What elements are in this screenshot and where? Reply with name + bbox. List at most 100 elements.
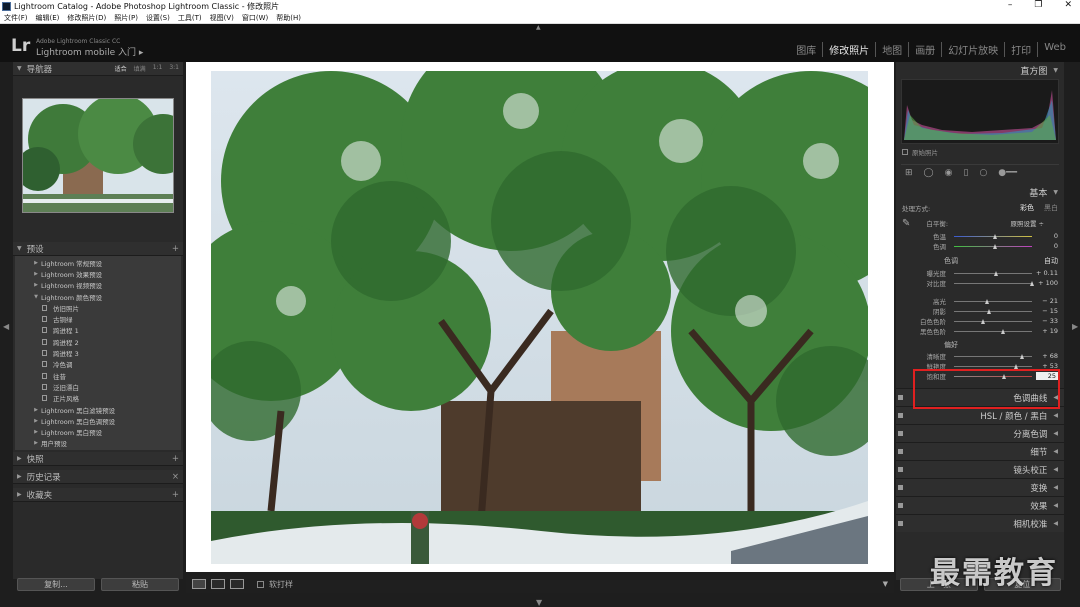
lens-corrections-section[interactable]: 镜头校正 ◀	[896, 460, 1064, 478]
zoom-fill[interactable]: 填满	[134, 64, 146, 73]
presets-header[interactable]: ▼ 预设 +	[13, 242, 183, 256]
slider-knob[interactable]	[980, 318, 985, 324]
module-map[interactable]: 地图	[875, 42, 908, 57]
transform-section[interactable]: 变换 ◀	[896, 478, 1064, 496]
exposure-slider[interactable]: 曝光度 + 0.11	[896, 268, 1064, 278]
bottom-panel-toggle-icon[interactable]: ▼	[536, 598, 542, 607]
panel-switch-icon[interactable]	[898, 485, 903, 490]
slider-knob[interactable]	[993, 270, 998, 276]
zoom-3-1[interactable]: 3:1	[169, 64, 179, 73]
histogram-header[interactable]: 直方图 ▼	[896, 62, 1064, 79]
slider-knob[interactable]	[985, 298, 990, 304]
preset-item[interactable]: 仿旧照片	[15, 302, 181, 313]
main-photo[interactable]	[211, 71, 868, 564]
top-panel-toggle-icon[interactable]: ▲	[536, 24, 541, 31]
adjustment-brush-icon[interactable]: ●━━	[998, 168, 1017, 178]
paste-button[interactable]: 粘贴	[101, 578, 179, 591]
preset-folder[interactable]: ▶ Lightroom 黑白色调预设	[15, 415, 181, 426]
slider-knob[interactable]	[993, 233, 997, 239]
preset-item[interactable]: 往昔	[15, 370, 181, 381]
add-preset-button[interactable]: +	[172, 244, 179, 254]
zoom-1-1[interactable]: 1:1	[153, 64, 163, 73]
add-collection-button[interactable]: +	[172, 490, 179, 500]
preset-folder[interactable]: ▶ 用户预设	[15, 438, 181, 449]
split-toning-section[interactable]: 分离色调 ◀	[896, 424, 1064, 442]
detail-section[interactable]: 细节 ◀	[896, 442, 1064, 460]
loupe-view-icon[interactable]	[192, 579, 206, 589]
basic-header[interactable]: 基本 ▼	[896, 184, 1064, 201]
menu-tools[interactable]: 工具(T)	[178, 13, 202, 23]
preset-folder[interactable]: ▶ Lightroom 常规预设	[15, 257, 181, 268]
right-panel-toggle-icon[interactable]: ▶	[1072, 322, 1078, 331]
whites-slider[interactable]: 白色色阶 − 33	[896, 316, 1064, 326]
module-develop[interactable]: 修改照片	[822, 42, 875, 57]
copy-button[interactable]: 复制...	[17, 578, 95, 591]
slider-knob[interactable]	[1014, 363, 1019, 369]
toolbar-menu-icon[interactable]: ▼	[883, 580, 888, 588]
preset-folder[interactable]: ▶ Lightroom 黑白预设	[15, 426, 181, 437]
panel-switch-icon[interactable]	[898, 449, 903, 454]
slider-knob[interactable]	[1019, 353, 1024, 359]
preset-item[interactable]: 跨进程 3	[15, 347, 181, 358]
tint-slider[interactable]: 色调 0	[896, 241, 1064, 251]
slider-knob[interactable]	[986, 308, 991, 314]
menu-photo[interactable]: 照片(P)	[114, 13, 138, 23]
original-photo-toggle[interactable]: 原始照片	[896, 144, 1064, 160]
menu-file[interactable]: 文件(F)	[4, 13, 28, 23]
blacks-slider[interactable]: 黑色色阶 + 19	[896, 326, 1064, 336]
slider-knob[interactable]	[1029, 280, 1034, 286]
module-book[interactable]: 画册	[908, 42, 941, 57]
menu-window[interactable]: 窗口(W)	[242, 13, 268, 23]
effects-section[interactable]: 效果 ◀	[896, 496, 1064, 514]
menu-develop[interactable]: 修改照片(D)	[67, 13, 106, 23]
module-web[interactable]: Web	[1037, 42, 1072, 57]
wb-eyedropper-icon[interactable]: ✎	[902, 218, 910, 229]
add-snapshot-button[interactable]: +	[172, 454, 179, 464]
minimize-button[interactable]: –	[1008, 0, 1013, 10]
clear-history-button[interactable]: ×	[172, 472, 179, 482]
preset-item[interactable]: 正片风格	[15, 393, 181, 404]
clarity-slider[interactable]: 清晰度 + 68	[896, 351, 1064, 361]
mobile-link[interactable]: Lightroom mobile 入门 ▸	[36, 45, 143, 58]
panel-switch-icon[interactable]	[898, 521, 903, 526]
treatment-color[interactable]: 彩色	[1020, 203, 1034, 213]
auto-tone-button[interactable]: 自动	[1044, 256, 1058, 266]
histogram[interactable]	[901, 79, 1059, 144]
preset-folder[interactable]: ▼ Lightroom 颜色预设	[15, 291, 181, 302]
preset-folder[interactable]: ▶ Lightroom 黑白滤镜预设	[15, 404, 181, 415]
navigator-header[interactable]: ▼ 导航器 适合 填满 1:1 3:1	[13, 62, 183, 76]
module-library[interactable]: 图库	[790, 42, 822, 57]
preset-item[interactable]: 冷色调	[15, 359, 181, 370]
panel-switch-icon[interactable]	[898, 413, 903, 418]
preset-item[interactable]: 跨进程 2	[15, 336, 181, 347]
module-slideshow[interactable]: 幻灯片放映	[941, 42, 1004, 57]
navigator-preview[interactable]	[22, 98, 174, 213]
panel-switch-icon[interactable]	[898, 431, 903, 436]
module-print[interactable]: 打印	[1004, 42, 1037, 57]
treatment-bw[interactable]: 黑白	[1044, 203, 1058, 213]
close-button[interactable]: ✕	[1064, 0, 1072, 10]
softproof-checkbox[interactable]	[257, 580, 264, 588]
snapshots-header[interactable]: ▶ 快照 +	[13, 452, 183, 467]
contrast-slider[interactable]: 对比度 + 100	[896, 278, 1064, 288]
slider-knob[interactable]	[993, 243, 997, 249]
camera-calibration-section[interactable]: 相机校准 ◀	[896, 514, 1064, 532]
zoom-fit[interactable]: 适合	[115, 64, 127, 73]
preset-item[interactable]: 跨进程 1	[15, 325, 181, 336]
left-panel-toggle-icon[interactable]: ◀	[3, 322, 9, 331]
panel-switch-icon[interactable]	[898, 467, 903, 472]
panel-switch-icon[interactable]	[898, 503, 903, 508]
history-header[interactable]: ▶ 历史记录 ×	[13, 470, 183, 485]
temp-slider[interactable]: 色温 0	[896, 231, 1064, 241]
slider-knob[interactable]	[1000, 328, 1005, 334]
radial-filter-icon[interactable]: ○	[979, 168, 987, 178]
shadows-slider[interactable]: 阴影 − 15	[896, 306, 1064, 316]
preset-folder[interactable]: ▶ Lightroom 效果预设	[15, 268, 181, 279]
preset-folder[interactable]: ▶ Lightroom 视频预设	[15, 280, 181, 291]
crop-tool-icon[interactable]: ⊞	[905, 168, 913, 178]
preset-item[interactable]: 古铜绿	[15, 313, 181, 324]
collections-header[interactable]: ▶ 收藏夹 +	[13, 488, 183, 503]
panel-switch-icon[interactable]	[898, 395, 903, 400]
menu-help[interactable]: 帮助(H)	[276, 13, 301, 23]
maximize-button[interactable]: ❐	[1034, 0, 1042, 10]
